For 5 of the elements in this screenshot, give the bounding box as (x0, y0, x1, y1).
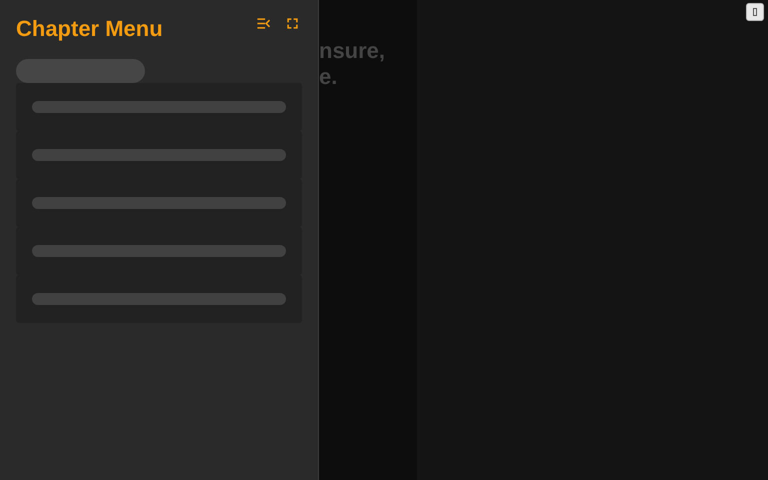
sidebar-title: Chapter Menu (16, 15, 163, 43)
collapse-menu-icon[interactable] (257, 18, 271, 29)
box-icon (753, 8, 757, 16)
corner-button[interactable] (746, 3, 764, 21)
fullscreen-icon[interactable] (287, 18, 298, 29)
